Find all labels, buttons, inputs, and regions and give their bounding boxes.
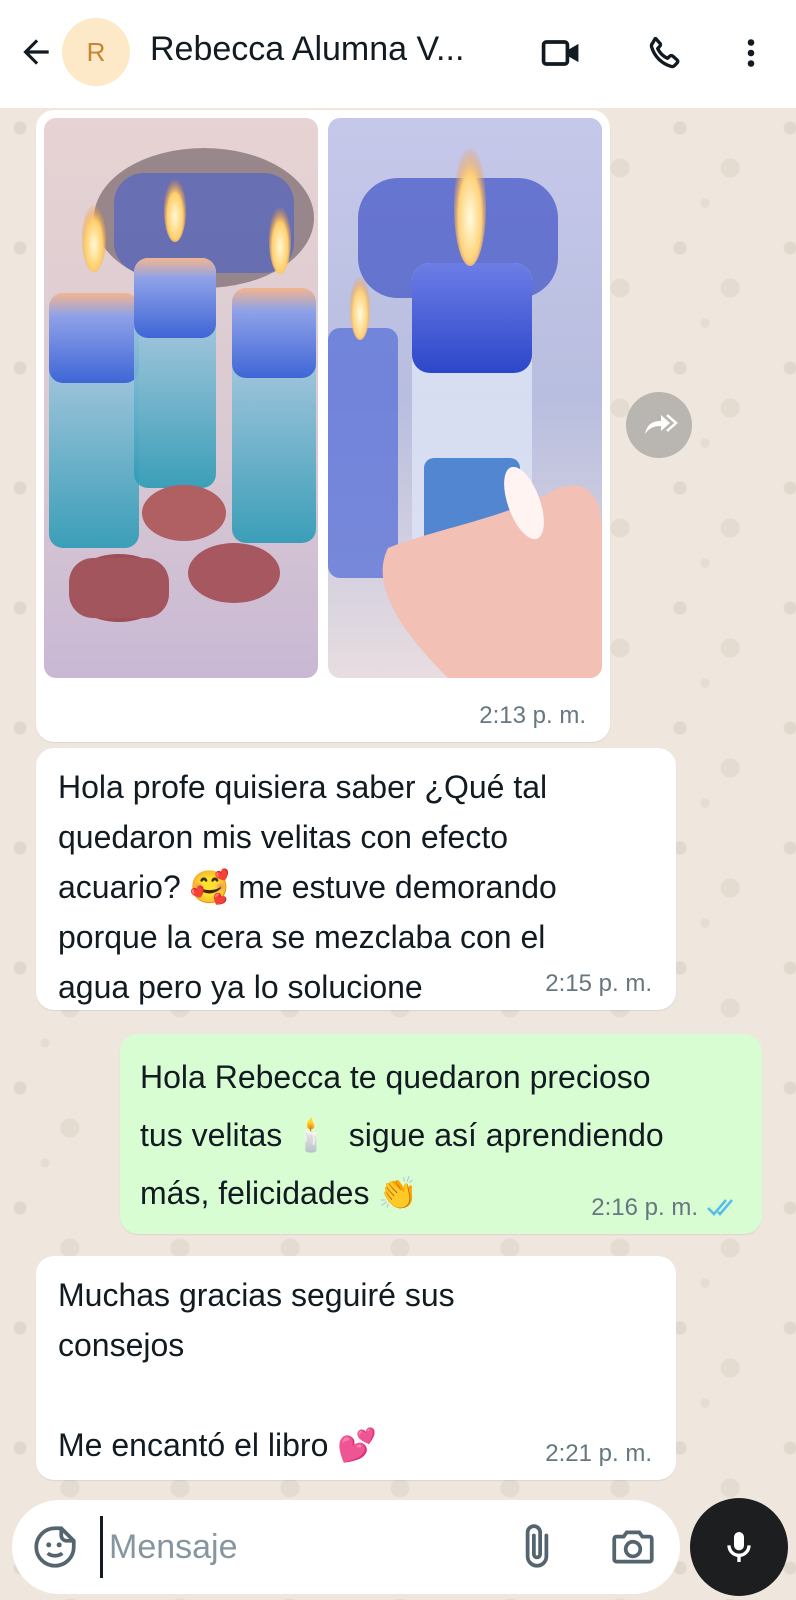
message-line: porque la cera se mezclaba con el bbox=[58, 919, 546, 955]
message-line: más, felicidades 👏 bbox=[140, 1175, 419, 1211]
message-line: Me encantó el libro 💕 bbox=[58, 1427, 378, 1463]
read-receipt-icon bbox=[707, 1199, 733, 1216]
message-time: 2:16 p. m. bbox=[591, 1194, 698, 1221]
message-line: Muchas gracias seguiré sus bbox=[58, 1277, 455, 1313]
incoming-message[interactable]: Muchas gracias seguiré sus consejos Me e… bbox=[36, 1256, 676, 1480]
avatar[interactable]: R bbox=[62, 18, 130, 86]
message-line: tus velitas 🕯️ sigue así aprendiendo bbox=[140, 1117, 664, 1153]
incoming-message[interactable]: Hola profe quisiera saber ¿Qué tal queda… bbox=[36, 748, 676, 1010]
microphone-icon bbox=[727, 1532, 751, 1562]
message-composer bbox=[12, 1500, 680, 1594]
more-vert-icon bbox=[747, 39, 755, 67]
voice-call-button[interactable] bbox=[640, 28, 690, 78]
outgoing-message[interactable]: Hola Rebecca te quedaron precioso tus ve… bbox=[120, 1034, 762, 1234]
message-line: Hola profe quisiera saber ¿Qué tal bbox=[58, 769, 548, 805]
candle-photo-1[interactable] bbox=[44, 118, 318, 678]
video-call-button[interactable] bbox=[536, 28, 586, 78]
message-time: 2:13 p. m. bbox=[479, 702, 586, 729]
phone-icon bbox=[649, 36, 680, 69]
chat-header: R Rebecca Alumna V... bbox=[0, 0, 796, 108]
sticker-icon[interactable] bbox=[30, 1522, 80, 1572]
message-time: 2:15 p. m. bbox=[545, 970, 652, 997]
message-line: quedaron mis velitas con efecto bbox=[58, 819, 509, 855]
contact-name[interactable]: Rebecca Alumna V... bbox=[150, 30, 510, 69]
message-line: agua pero ya lo solucione bbox=[58, 969, 423, 1005]
camera-icon[interactable] bbox=[608, 1522, 658, 1572]
attach-icon[interactable] bbox=[512, 1522, 562, 1572]
voice-message-button[interactable] bbox=[690, 1498, 788, 1596]
message-input[interactable] bbox=[100, 1516, 490, 1578]
back-arrow-icon bbox=[23, 39, 49, 65]
message-line: Hola Rebecca te quedaron precioso bbox=[140, 1059, 651, 1095]
message-line bbox=[58, 1370, 455, 1420]
video-call-icon bbox=[541, 40, 579, 66]
message-time: 2:21 p. m. bbox=[545, 1440, 652, 1467]
message-line: consejos bbox=[58, 1327, 185, 1363]
more-options-button[interactable] bbox=[726, 28, 776, 78]
message-line: acuario? 🥰 me estuve demorando bbox=[58, 869, 557, 905]
image-message[interactable]: 2:13 p. m. bbox=[36, 110, 610, 742]
forward-icon bbox=[645, 414, 678, 434]
candle-photo-2[interactable] bbox=[328, 118, 602, 678]
back-button[interactable] bbox=[14, 30, 58, 74]
forward-button[interactable] bbox=[626, 392, 692, 458]
